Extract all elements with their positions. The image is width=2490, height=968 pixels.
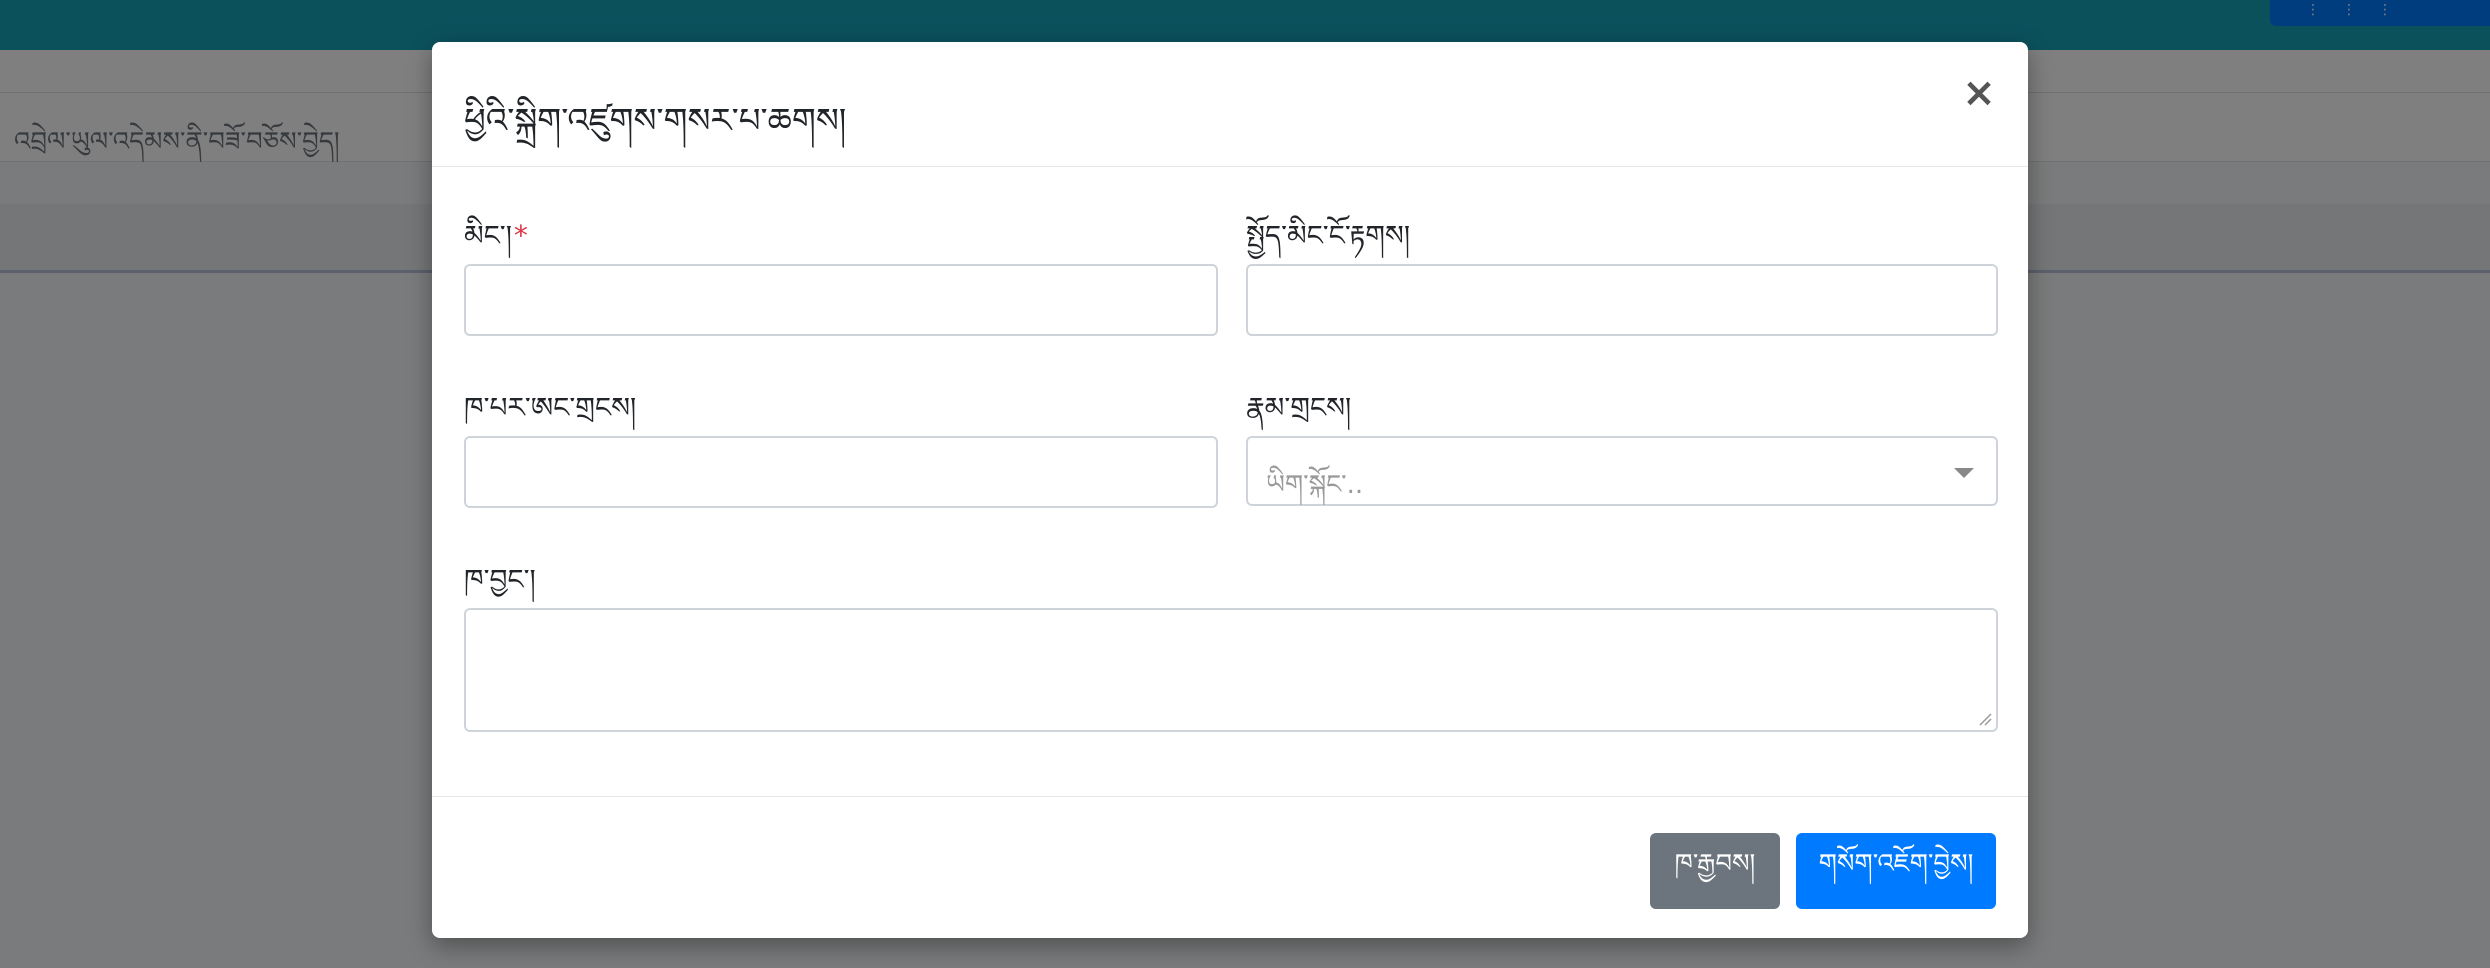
resize-grip-icon[interactable] [1978, 712, 1992, 726]
close-icon[interactable]: × [1956, 70, 2002, 116]
contact-number-input[interactable] [464, 436, 1218, 508]
modal-title: ཕྱིའི་སྐྲིག་འཛུགས་གསར་པ་ཆགས། [464, 101, 847, 141]
chevron-down-icon [1954, 468, 1974, 478]
category-placeholder: ཡིག་སྐོང་.. [1266, 470, 1364, 500]
category-select[interactable]: ཡིག་སྐོང་.. [1246, 436, 1998, 506]
cancel-button[interactable]: ཁ་རྒྱབས། [1650, 833, 1780, 909]
address-textarea[interactable] [464, 608, 1998, 732]
required-mark: * [513, 219, 528, 252]
modal-header: ཕྱིའི་སྐྲིག་འཛུགས་གསར་པ་ཆགས། × [432, 42, 2028, 167]
short-name-input[interactable] [1246, 264, 1998, 336]
name-label-text: མིང་། [464, 219, 512, 252]
modal-footer: ཁ་རྒྱབས། གསོག་འཇོག་བྱེས། [432, 796, 2028, 939]
save-button[interactable]: གསོག་འཇོག་བྱེས། [1796, 833, 1996, 909]
create-organization-modal: ཕྱིའི་སྐྲིག་འཛུགས་གསར་པ་ཆགས། × མིང་།* སྤ… [432, 42, 2028, 938]
name-input[interactable] [464, 264, 1218, 336]
